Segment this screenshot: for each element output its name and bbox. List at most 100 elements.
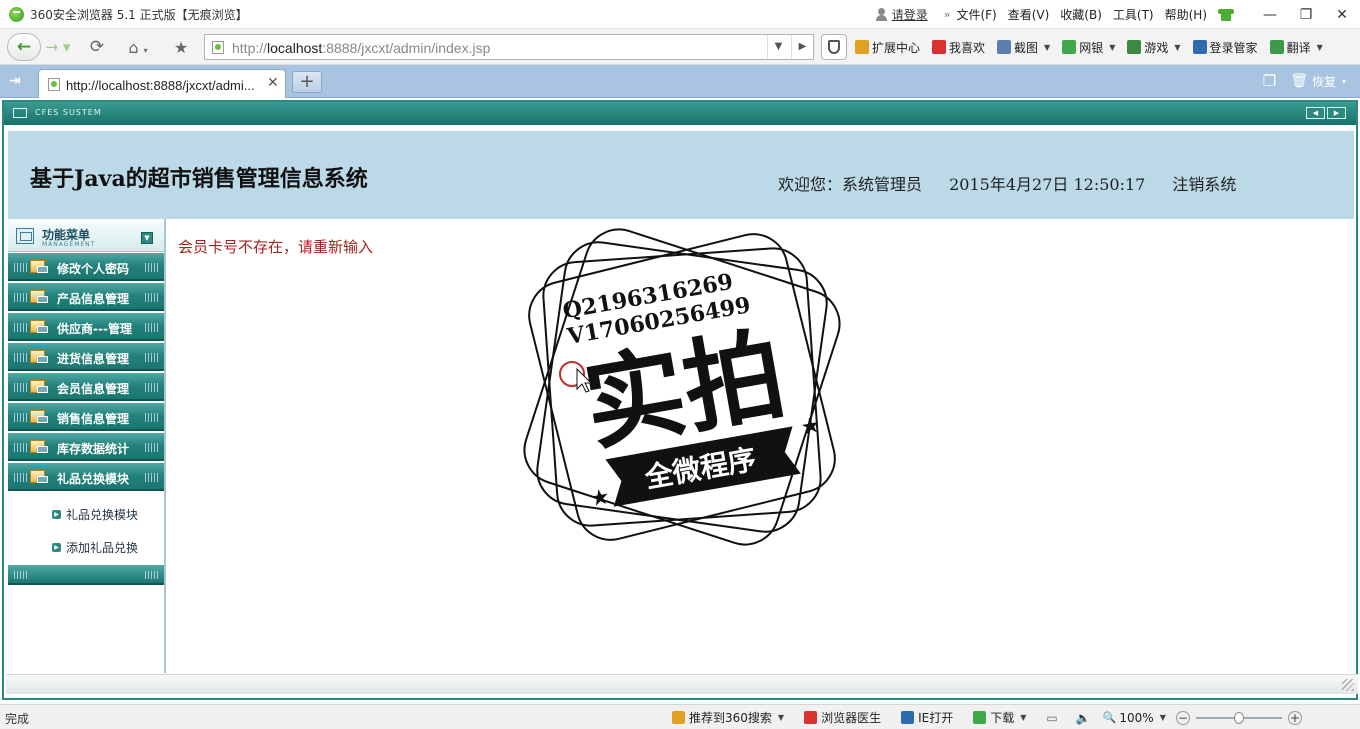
favorite-button[interactable]: ★	[168, 33, 194, 61]
menu-expand-icon[interactable]: »	[944, 8, 951, 21]
arrow-right-icon: ▶	[52, 543, 61, 552]
address-dropdown-button[interactable]: ▼	[767, 35, 789, 59]
menu-subtitle: MANAGEMENT	[42, 241, 96, 248]
chevron-down-icon[interactable]: ▼	[1174, 43, 1180, 52]
sidebar-item-label: 产品信息管理	[57, 292, 130, 306]
status-item-label: 浏览器医生	[821, 711, 882, 725]
page-header: 基于Java的超市销售管理信息系统 欢迎您：系统管理员 2015年4月27日 1…	[8, 131, 1354, 219]
zoom-control[interactable]: 🔍 100% ▼	[1103, 711, 1166, 725]
sidebar-item-5[interactable]: 会员信息管理	[8, 373, 164, 401]
toolbar-item-label: 网银	[1079, 40, 1104, 55]
key-icon	[1192, 40, 1207, 54]
home-button[interactable]: ⌂ ▾	[118, 33, 158, 61]
folder-edit-icon	[30, 470, 48, 483]
toolbar-item-label: 游戏	[1144, 40, 1169, 55]
sidebar-item-label: 礼品兑换模块	[57, 472, 130, 486]
folder-edit-icon	[30, 350, 48, 363]
grip-left-icon	[14, 571, 27, 579]
grip-left-icon	[14, 263, 27, 272]
menu-tools[interactable]: 工具(T)	[1113, 6, 1154, 23]
chevron-down-icon[interactable]: ▼	[778, 713, 784, 722]
sidebar-item-4[interactable]: 进货信息管理	[8, 343, 164, 371]
sidebar-item-label: 会员信息管理	[57, 382, 130, 396]
toolbar-item-game[interactable]: 游戏 ▼	[1127, 39, 1181, 56]
new-tab-button[interactable]: +	[292, 71, 322, 93]
address-bar[interactable]: http://localhost:8888/jxcxt/admin/index.…	[204, 34, 814, 60]
zoom-in-button[interactable]: +	[1287, 710, 1302, 725]
arrow-left-icon[interactable]: ◀	[1306, 107, 1325, 119]
datetime-text: 2015年4月27日 12:50:17	[949, 175, 1146, 194]
resize-grip-icon[interactable]	[1342, 679, 1354, 691]
tab-list-icon[interactable]: ❐	[1263, 72, 1276, 90]
sidebar-item-2[interactable]: 产品信息管理	[8, 283, 164, 311]
zoom-slider[interactable]	[1195, 711, 1282, 724]
menu-favorites[interactable]: 收藏(B)	[1060, 6, 1102, 23]
skin-icon[interactable]	[1218, 8, 1234, 22]
sidebar-item-6[interactable]: 销售信息管理	[8, 403, 164, 431]
tab-close-icon[interactable]: ✕	[267, 75, 279, 91]
forward-button[interactable]: → ▾	[43, 33, 73, 61]
arrow-right-icon[interactable]: ▶	[1327, 107, 1346, 119]
address-text[interactable]: http://localhost:8888/jxcxt/admin/index.…	[232, 40, 490, 56]
submenu-item-1[interactable]: ▶ 礼品兑换模块	[52, 506, 138, 523]
welcome-text: 欢迎您：系统管理员	[778, 175, 923, 194]
sidebar-item-7[interactable]: 库存数据统计	[8, 433, 164, 461]
restore-window-button[interactable]: ❐	[1288, 0, 1324, 29]
sidebar-item-label: 修改个人密码	[57, 262, 130, 276]
zoom-out-button[interactable]: −	[1175, 710, 1190, 725]
close-window-button[interactable]: ✕	[1324, 0, 1360, 29]
speaker-icon[interactable]: 🔈	[1076, 711, 1091, 725]
status-item-doctor[interactable]: 浏览器医生	[804, 709, 881, 726]
toolbar-item-heart[interactable]: 我喜欢	[932, 39, 985, 56]
tab-page-icon	[48, 78, 60, 91]
zoom-level: 100%	[1119, 710, 1154, 725]
tab-active[interactable]: http://localhost:8888/jxcxt/admi... ✕	[38, 69, 286, 99]
chevron-down-icon[interactable]: ▼	[1020, 713, 1026, 722]
chevron-down-icon[interactable]: ▼	[1317, 43, 1323, 52]
toolbar-item-translate[interactable]: 翻译 ▼	[1269, 39, 1323, 56]
forward-arrow-icon: → ▾	[45, 38, 71, 56]
window-mode-icon[interactable]: ▭	[1046, 711, 1057, 725]
game-icon	[1127, 40, 1142, 54]
system-bar: CFES SUSTEM ◀ ▶	[4, 102, 1356, 125]
menu-file[interactable]: 文件(F)	[956, 6, 996, 23]
sidebar-item-3[interactable]: 供应商---管理	[8, 313, 164, 341]
refresh-button[interactable]: ⟳	[84, 33, 110, 61]
menu-view[interactable]: 查看(V)	[1008, 6, 1050, 23]
toolbar-item-extension[interactable]: 扩展中心	[855, 39, 920, 56]
error-message: 会员卡号不存在，请重新输入	[178, 238, 374, 256]
status-item-ie[interactable]: IE打开	[901, 709, 953, 726]
minimize-button[interactable]: —	[1252, 0, 1288, 29]
grip-right-icon	[145, 413, 158, 422]
collapse-icon[interactable]: ▼	[141, 232, 153, 244]
security-button[interactable]	[821, 34, 847, 60]
trash-icon[interactable]: 🗑	[1290, 73, 1308, 89]
restore-tab-label[interactable]: 恢复	[1312, 73, 1336, 90]
toolbar-links: 扩展中心 我喜欢 截图 ▼ 网银 ▼ 游戏 ▼ 登录管家 翻译 ▼	[855, 29, 1335, 65]
window-title: 360安全浏览器 5.1 正式版【无痕浏览】	[30, 8, 248, 22]
sidebar-item-label: 销售信息管理	[57, 412, 130, 426]
sidebar-item-8[interactable]: 礼品兑换模块	[8, 463, 164, 491]
back-button[interactable]: ←	[7, 33, 41, 61]
chevron-down-icon[interactable]: ▼	[1160, 713, 1166, 722]
sidebar-toggle-icon[interactable]: ⇥	[9, 73, 25, 89]
sidebar-item-1[interactable]: 修改个人密码	[8, 253, 164, 281]
chevron-down-icon[interactable]: ▼	[1044, 43, 1050, 52]
go-button[interactable]: ▶	[791, 35, 813, 59]
grip-left-icon	[14, 473, 27, 482]
status-item-download[interactable]: 下载 ▼	[973, 709, 1026, 726]
restore-dropdown-icon[interactable]: ▾	[1342, 77, 1346, 86]
app-frame: CFES SUSTEM ◀ ▶ 基于Java的超市销售管理信息系统 欢迎您：系统…	[2, 100, 1358, 700]
chevron-down-icon[interactable]: ▼	[1109, 43, 1115, 52]
toolbar-item-screenshot[interactable]: 截图 ▼	[997, 39, 1050, 56]
menu-help[interactable]: 帮助(H)	[1165, 6, 1207, 23]
logout-link[interactable]: 注销系统	[1172, 175, 1236, 194]
status-item-recommend[interactable]: 推荐到360搜索 ▼	[672, 709, 784, 726]
zoom-slider-thumb[interactable]	[1233, 711, 1244, 724]
toolbar-item-bank[interactable]: 网银 ▼	[1062, 39, 1115, 56]
tabbar-tools: ❐ 🗑 恢复 ▾	[1263, 72, 1346, 90]
submenu-item-2[interactable]: ▶ 添加礼品兑换	[52, 539, 138, 556]
heart-icon	[932, 40, 947, 54]
toolbar-item-key[interactable]: 登录管家	[1192, 39, 1258, 56]
login-link[interactable]: 请登录	[875, 6, 928, 23]
